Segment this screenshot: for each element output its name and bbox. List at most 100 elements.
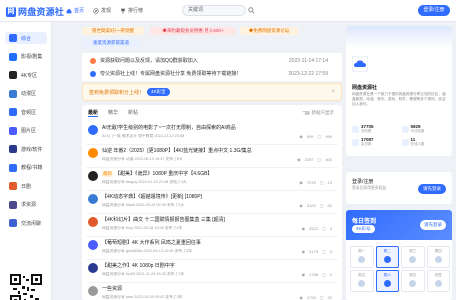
sidebar-item[interactable]: 求资源 [5,199,47,211]
signin-button[interactable]: 请先登录 [420,220,446,230]
sidebar-item[interactable]: 4K专区 [5,69,47,81]
signin-banner-pill[interactable]: 4K彩宝 [147,88,170,96]
sidebar-item[interactable]: 交流闲聊 [5,217,47,229]
calendar-icon [9,182,17,190]
post-row[interactable]: 最新 【甜美】《诡异》1080P 重庆中字【4.6GB】 网盘资源分享 fanguy… [86,167,338,191]
sidebar-item[interactable]: 影视/剧集 [5,51,47,63]
post-row[interactable]: 一些资源 网盘资源分享 user 2023-10-09 09:42 发布了3年 ◉ 4… [86,282,338,300]
post-title[interactable]: AI无敌!学生级别的电影了~一次打无限制，自由探索的AI商品 [102,124,280,131]
toggle-switch[interactable] [301,111,310,115]
signin-day[interactable]: 周四 [426,246,450,268]
signin-day[interactable]: 连签 [426,270,450,292]
login-card-title: 登录/注册 [352,179,374,185]
login-register-button[interactable]: 登录/注册 [418,5,450,16]
search-input[interactable]: 关键词 [182,5,246,16]
sidebar-item-label: 教程/书籍 [21,165,43,171]
post-meta: 网盘资源分享 fanguy 2024-01-15 21:48 发帖了4天 [102,180,187,184]
signin-day[interactable]: 周日 [401,270,425,292]
signin-day[interactable]: 周三 [401,246,425,268]
nav-home[interactable]: 首页 [66,7,84,14]
music-icon [9,108,17,116]
avatar[interactable] [88,194,98,204]
post-stats: ◉ 2297 ▢ 400 [297,157,332,162]
tab-new[interactable]: 新帖 [128,109,138,117]
eye-icon: ◉ [301,226,306,231]
avatar[interactable] [88,125,98,135]
post-row[interactable]: 【甜美之作】4K 1080p 日剧中字 网盘资源分享 fox03 2021-11-… [86,259,338,283]
sidebar-item-label: 音频区 [21,109,37,116]
coin-icon [409,256,417,263]
comment-icon: ▢ [321,272,326,277]
post-title[interactable]: 【4K科幻片】曲文 十二国赋情报报告图集盒 三集 [超清] [102,216,280,223]
day-label: 连签 [434,273,442,277]
signin-day[interactable]: 周一 [350,246,374,268]
signin-day[interactable]: 周六 [375,270,399,292]
profile-stat: 5929 今日帖数 [401,124,449,134]
avatar[interactable] [88,240,98,250]
stat-label: 今日帖数 [410,129,425,133]
post-row[interactable]: 【葡萄短剧】4K 大作系列 凤鸣之夏重回往事 网盘资源分享 gus0628a 20… [86,236,338,260]
promo-chip[interactable]: ◆免费网盘资源论坛 [240,27,298,35]
comment-icon: ▢ [321,249,326,254]
trophy-icon [121,8,125,13]
post-row[interactable]: 仙逆 年番2（2025）[更1080P】【4K/蓝光链接】重点中文 1.3G/集… [86,144,338,168]
post-row[interactable]: AI无敌!学生级别的电影了~一次打无限制，自由探索的AI商品 AI入门一族 美术设… [86,121,338,145]
nav-discover[interactable]: 发现 [93,7,111,14]
nav-rank[interactable]: 排行榜 [120,7,143,14]
post-stats: ◉ 2522 ▢ 3 [302,226,332,231]
post-title[interactable]: 【葡萄短剧】4K 大作系列 凤鸣之夏重回往事 [102,239,280,246]
comment-icon: ▢ [321,226,326,231]
stat-label: 会员数 [361,142,372,146]
promo-chip[interactable]: ◆海豹暑假会员特惠·月入500+ [150,27,236,35]
tab-hot[interactable]: 精华 [108,109,118,117]
post-title[interactable]: 最新 【甜美】《诡异》1080P 重庆中字【4.6GB】 [102,170,280,177]
post-tabs: 最新 精华 新帖 [88,109,138,117]
close-icon[interactable]: × [331,89,335,95]
post-row[interactable]: 【4K动态字典】《超越遁境传》[更新] [1080P] 网盘资源分享 biiant… [86,190,338,214]
post-title[interactable]: 仙逆 年番2（2025）[更1080P】【4K/蓝光链接】重点中文 1.3G/集… [102,147,280,154]
view-count: 3122 [306,203,316,208]
avatar[interactable] [88,263,98,273]
tab-latest[interactable]: 最新 [88,109,99,117]
profile-description: 网盘资源社是一个致力于提供网盘资源分享交流的社区，涵盖影视、动漫、音乐、游戏、软… [352,92,446,106]
new-only-toggle[interactable]: 新帖只显示 [301,110,334,116]
profile-banner [346,26,452,48]
avatar[interactable] [88,217,98,227]
coin-icon [409,280,417,287]
promo-chip[interactable]: 速度资源获取渠道 [82,39,140,47]
sidebar-item[interactable]: 图片区 [5,125,47,137]
post-title[interactable]: 一些资源 [102,285,280,292]
sidebar-item[interactable]: 音频区 [5,106,47,118]
sidebar-item[interactable]: 教程/书籍 [5,162,47,174]
comment-icon: ▢ [319,295,324,300]
left-sidebar: 综合影视/剧集 4K专区动漫区音频区图片区游戏/软件教程/书籍日剧求资源交流闲聊 [0,22,52,300]
post-meta: 网盘资源分享 gus0628a 2022-09-13 12:00 发布了2年 [102,249,192,253]
post-title[interactable]: 【4K动态字典】《超越遁境传》[更新] [1080P] [102,193,280,200]
signin-day[interactable]: 周五 [350,270,374,292]
signin-header: 每日签到 4K彩号 请先登录 [346,210,452,240]
avatar[interactable] [88,148,98,158]
avatar[interactable] [88,286,98,296]
comment-count: 999 [325,134,332,139]
signin-day[interactable]: 周二 [375,246,399,268]
notice-row[interactable]: 夸父资源社上线！专属网盘资源社分享 免费领取等待下载链接！ 2023-12-22… [82,66,342,81]
profile-stats: 37705 总帖数 5929 今日帖数 17087 会员数 11 在线人数 [352,124,448,147]
notice-date: 2023-12-22 17:59 [288,70,328,77]
post-title[interactable]: 【甜美之作】4K 1080p 日剧中字 [102,262,280,269]
sidebar-item[interactable]: 游戏/软件 [5,143,47,155]
site-logo[interactable]: 网 网盘资源社 [6,5,64,18]
sidebar-item[interactable]: 综合 [5,32,47,44]
post-meta: 网盘资源分享 foxy 2022-09-18 13:00 发布了1年 [102,226,183,230]
promo-chip[interactable]: 愿世間美好(一帶觉醒 [82,27,144,35]
sidebar-item[interactable]: 日剧 [5,180,47,192]
post-title-text: 【4K科幻片】曲文 十二国赋情报报告图集盒 三集 [超清] [102,217,226,223]
notice-text: 资源获取问题以及反馈，请加QQ群获取加入 [100,58,198,64]
sidebar-item[interactable]: 动漫区 [5,88,47,100]
signin-banner[interactable]: 签到免费领取积分上线！ 4K彩宝 × [82,83,342,101]
sidebar-item-label: 日剧 [21,183,32,190]
avatar[interactable] [88,171,98,181]
post-row[interactable]: 【4K科幻片】曲文 十二国赋情报报告图集盒 三集 [超清] 网盘资源分享 foxy… [86,213,338,237]
login-card-button[interactable]: 请先登录 [418,184,446,194]
eye-icon: ◉ [299,134,303,139]
search-icon[interactable] [248,7,255,14]
